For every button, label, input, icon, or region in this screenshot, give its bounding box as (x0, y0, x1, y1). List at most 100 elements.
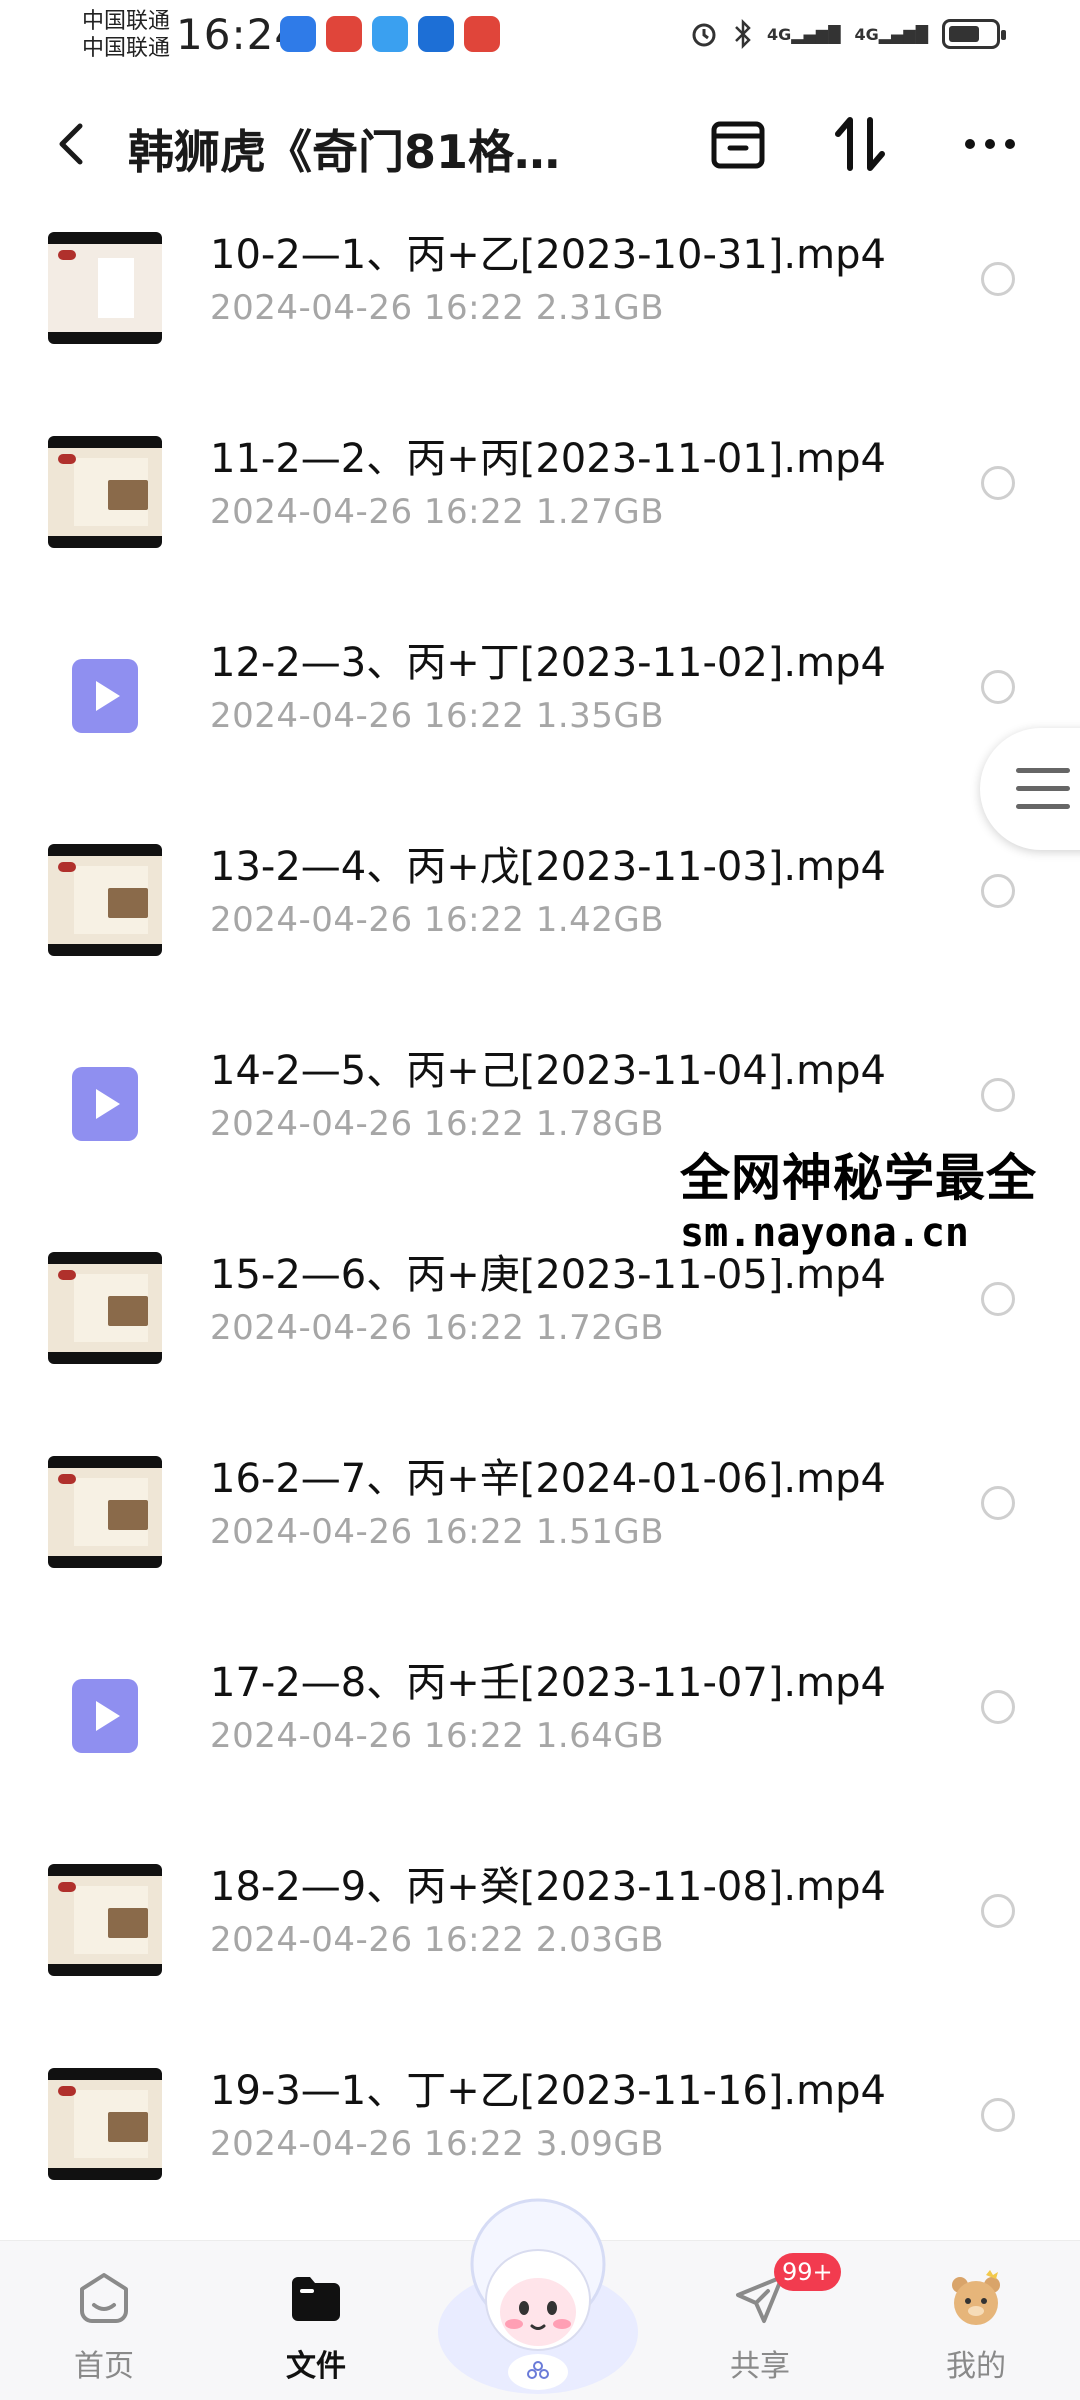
watermark-url: sm.nayona.cn (680, 1210, 969, 1256)
file-meta: 2024-04-26 16:22 1.27GB (210, 492, 664, 532)
file-size: 2.03GB (535, 1920, 665, 1960)
file-row[interactable]: 17-2—8、丙+壬[2023-11-07].mp4 2024-04-26 16:… (0, 1636, 1080, 1840)
file-meta: 2024-04-26 16:22 1.42GB (210, 900, 664, 940)
home-icon (80, 2273, 128, 2323)
meta-separator (524, 492, 535, 532)
network-type: 4G (767, 24, 792, 44)
carrier-2: 中国联通 (82, 36, 171, 61)
file-name: 19-3—1、丁+乙[2023-11-16].mp4 (210, 2068, 886, 2114)
file-date: 2024-04-26 16:22 (210, 1308, 525, 1348)
header: 韩狮虎《奇门81格… (0, 96, 1080, 196)
carrier-1: 中国联通 (82, 9, 171, 34)
file-name: 17-2—8、丙+壬[2023-11-07].mp4 (210, 1660, 886, 1706)
video-thumbnail (48, 1252, 162, 1364)
file-date: 2024-04-26 16:22 (210, 1716, 525, 1756)
sort-icon[interactable] (828, 112, 892, 176)
select-radio[interactable] (981, 874, 1015, 908)
select-radio[interactable] (981, 1690, 1015, 1724)
file-row[interactable]: 15-2—6、丙+庚[2023-11-05].mp4 2024-04-26 16:… (0, 1228, 1080, 1432)
select-radio[interactable] (981, 2098, 1015, 2132)
share-badge: 99+ (774, 2253, 841, 2291)
network-type: 4G (854, 24, 879, 44)
nav-files[interactable]: 文件 (236, 2241, 396, 2400)
bear-avatar-icon (952, 2270, 1000, 2325)
file-name: 14-2—5、丙+己[2023-11-04].mp4 (210, 1048, 886, 1094)
file-meta: 2024-04-26 16:22 1.35GB (210, 696, 664, 736)
meta-separator (524, 1716, 535, 1756)
bluetooth-icon (735, 18, 751, 50)
file-row[interactable]: 11-2—2、丙+丙[2023-11-01].mp4 2024-04-26 16:… (0, 412, 1080, 616)
file-date: 2024-04-26 16:22 (210, 900, 525, 940)
file-meta: 2024-04-26 16:22 1.51GB (210, 1512, 664, 1552)
meta-separator (524, 2124, 535, 2164)
back-arrow-icon[interactable] (52, 120, 92, 168)
file-meta: 2024-04-26 16:22 1.64GB (210, 1716, 664, 1756)
file-name: 16-2—7、丙+辛[2024-01-06].mp4 (210, 1456, 886, 1502)
file-meta: 2024-04-26 16:22 3.09GB (210, 2124, 664, 2164)
meta-separator (524, 1920, 535, 1960)
select-radio[interactable] (981, 670, 1015, 704)
nav-files-label: 文件 (286, 2349, 346, 2384)
menu-line (1016, 804, 1070, 809)
video-thumbnail (48, 2068, 162, 2180)
nav-home-label: 首页 (74, 2349, 134, 2384)
file-size: 2.31GB (535, 288, 665, 328)
file-row[interactable]: 18-2—9、丙+癸[2023-11-08].mp4 2024-04-26 16:… (0, 1840, 1080, 2044)
folder-icon (292, 2277, 340, 2321)
weather-icon (372, 16, 408, 52)
select-radio[interactable] (981, 1894, 1015, 1928)
signal-icon: 4G▂▄▆█ (854, 24, 928, 44)
file-date: 2024-04-26 16:22 (210, 492, 525, 532)
file-row[interactable]: 10-2—1、丙+乙[2023-10-31].mp4 2024-04-26 16:… (0, 208, 1080, 412)
meta-separator (524, 1104, 535, 1144)
watermark-text: 全网神秘学最全 (680, 1149, 1037, 1207)
meta-separator (524, 900, 535, 940)
file-size: 1.42GB (535, 900, 665, 940)
assistant-mascot-button[interactable] (428, 2172, 648, 2400)
notification-icons (280, 16, 500, 52)
select-radio[interactable] (981, 1078, 1015, 1112)
select-radio[interactable] (981, 262, 1015, 296)
file-row[interactable]: 12-2—3、丙+丁[2023-11-02].mp4 2024-04-26 16:… (0, 616, 1080, 820)
select-radio[interactable] (981, 466, 1015, 500)
file-row[interactable]: 16-2—7、丙+辛[2024-01-06].mp4 2024-04-26 16:… (0, 1432, 1080, 1636)
meta-separator (524, 696, 535, 736)
file-meta: 2024-04-26 16:22 1.72GB (210, 1308, 664, 1348)
meta-separator (524, 1308, 535, 1348)
app-notification-icon (280, 16, 316, 52)
file-name: 11-2—2、丙+丙[2023-11-01].mp4 (210, 436, 886, 482)
nav-mine[interactable]: 我的 (896, 2241, 1056, 2400)
nav-share-label: 共享 (730, 2349, 790, 2384)
file-meta: 2024-04-26 16:22 2.31GB (210, 288, 664, 328)
meta-separator (524, 1512, 535, 1552)
file-date: 2024-04-26 16:22 (210, 1920, 525, 1960)
nav-share[interactable]: 99+ 共享 (680, 2241, 841, 2400)
file-size: 1.78GB (535, 1104, 665, 1144)
status-bar: 中国联通 中国联通 16:24 4G▂▄▆█ 4G▂▄▆█ (0, 0, 1080, 72)
more-icon[interactable] (958, 112, 1022, 176)
video-thumbnail (48, 1456, 162, 1568)
video-file-icon (72, 1067, 138, 1141)
file-row[interactable]: 13-2—4、丙+戊[2023-11-03].mp4 2024-04-26 16:… (0, 820, 1080, 1024)
app-notification-icon (418, 16, 454, 52)
nav-home[interactable]: 首页 (24, 2241, 184, 2400)
file-size: 1.72GB (535, 1308, 665, 1348)
file-date: 2024-04-26 16:22 (210, 1512, 525, 1552)
file-name: 13-2—4、丙+戊[2023-11-03].mp4 (210, 844, 886, 890)
watermark-overlay: 全网神秘学最全 sm.nayona.cn (676, 1132, 1041, 1258)
menu-line (1016, 786, 1070, 791)
video-thumbnail (48, 436, 162, 548)
select-radio[interactable] (981, 1282, 1015, 1316)
menu-line (1016, 768, 1070, 773)
select-radio[interactable] (981, 1486, 1015, 1520)
file-size: 1.64GB (535, 1716, 665, 1756)
file-date: 2024-04-26 16:22 (210, 2124, 525, 2164)
file-date: 2024-04-26 16:22 (210, 288, 525, 328)
archive-icon[interactable] (706, 112, 770, 176)
alarm-icon (692, 23, 716, 47)
system-status: 4G▂▄▆█ 4G▂▄▆█ (689, 18, 1006, 50)
file-meta: 2024-04-26 16:22 1.78GB (210, 1104, 664, 1144)
battery-icon (942, 19, 1006, 49)
video-thumbnail (48, 1864, 162, 1976)
file-meta: 2024-04-26 16:22 2.03GB (210, 1920, 664, 1960)
